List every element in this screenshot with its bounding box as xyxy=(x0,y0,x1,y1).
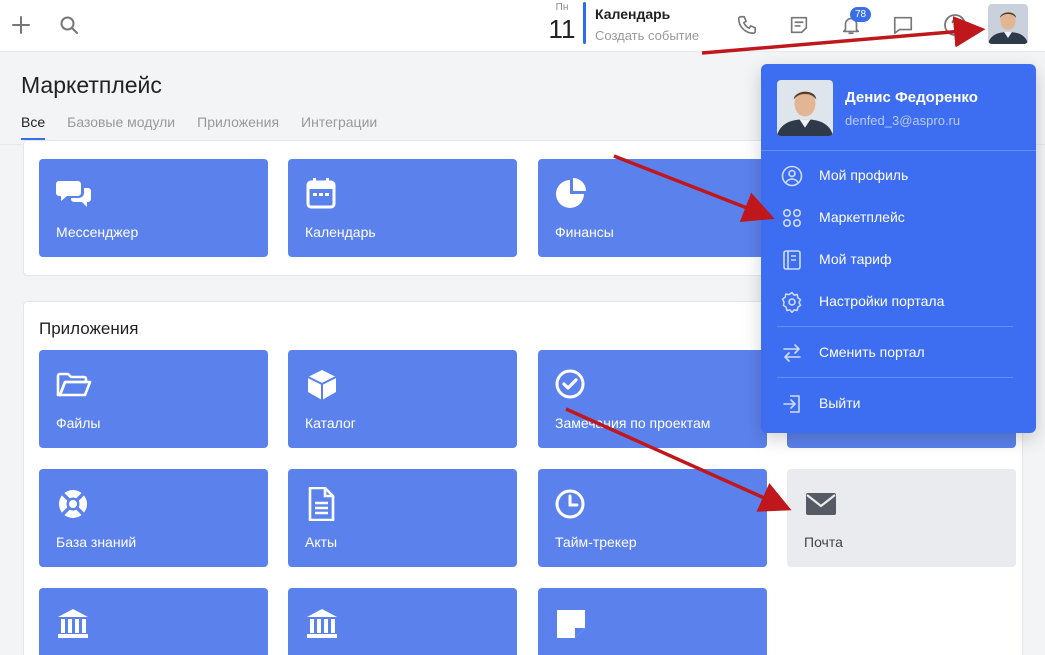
calendar-weekday: Пн xyxy=(555,2,569,13)
page-title: Маркетплейс xyxy=(21,72,162,98)
lifebuoy-icon xyxy=(56,487,92,521)
profile-dropdown: Денис Федоренко denfed_3@aspro.ru Мой пр… xyxy=(761,64,1036,433)
calendar-title[interactable]: Календарь xyxy=(595,6,670,22)
tile-label: Каталог xyxy=(305,415,356,431)
tile-label: Календарь xyxy=(305,224,376,240)
menu-divider xyxy=(777,326,1013,327)
tile-project-remarks[interactable]: Замечания по проектам xyxy=(538,350,767,448)
tile-calendar[interactable]: Календарь xyxy=(288,159,517,257)
create-event-link[interactable]: Создать событие xyxy=(595,28,699,43)
tile-label: Акты xyxy=(305,534,338,550)
tile-bank-1[interactable] xyxy=(39,588,268,655)
tile-label: База знаний xyxy=(56,534,137,550)
calendar-day-number: 11 xyxy=(548,14,576,44)
marketplace-tabs: Все Базовые модули Приложения Интеграции xyxy=(21,114,377,140)
help-icon[interactable] xyxy=(942,12,968,38)
apps-grid-icon xyxy=(781,207,803,229)
menu-item-label: Маркетплейс xyxy=(819,209,905,225)
tile-mail[interactable]: Почта xyxy=(787,469,1016,567)
notifications-badge: 78 xyxy=(850,7,872,22)
check-circle-icon xyxy=(555,368,591,402)
applications-heading: Приложения xyxy=(39,319,139,338)
menu-item-portal-settings[interactable]: Настройки портала xyxy=(761,285,1036,319)
tile-label: Тайм-трекер xyxy=(555,534,637,550)
gear-icon xyxy=(781,291,803,314)
menu-item-label: Мой тариф xyxy=(819,251,892,267)
menu-item-marketplace[interactable]: Маркетплейс xyxy=(761,201,1036,235)
tile-acts[interactable]: Акты xyxy=(288,469,517,567)
tile-messenger[interactable]: Мессенджер xyxy=(39,159,268,257)
document-icon xyxy=(305,486,341,522)
search-icon[interactable] xyxy=(56,12,82,38)
profile-name: Денис Федоренко xyxy=(845,89,978,106)
menu-item-switch-portal[interactable]: Сменить портал xyxy=(761,336,1036,370)
bank-icon xyxy=(56,606,92,640)
chat-icon[interactable] xyxy=(890,12,916,38)
tile-finance[interactable]: Финансы xyxy=(538,159,767,257)
logout-icon xyxy=(781,393,803,415)
menu-item-label: Мой профиль xyxy=(819,167,909,183)
calendar-date[interactable]: Пн 11 xyxy=(545,2,579,44)
tile-label: Почта xyxy=(804,534,843,550)
menu-item-label: Выйти xyxy=(819,395,861,411)
tile-notes[interactable] xyxy=(538,588,767,655)
menu-item-label: Сменить портал xyxy=(819,344,925,360)
tile-label: Замечания по проектам xyxy=(555,415,711,431)
tile-label: Финансы xyxy=(555,224,614,240)
menu-divider xyxy=(761,150,1036,151)
user-avatar[interactable] xyxy=(988,4,1028,44)
folder-icon xyxy=(56,368,92,402)
tab-integrations[interactable]: Интеграции xyxy=(301,114,377,140)
phone-icon[interactable] xyxy=(734,12,760,38)
tab-all[interactable]: Все xyxy=(21,114,46,140)
tile-catalog[interactable]: Каталог xyxy=(288,350,517,448)
tile-time-tracker[interactable]: Тайм-трекер xyxy=(538,469,767,567)
top-bar: Пн 11 Календарь Создать событие 78 xyxy=(0,0,1045,52)
tile-files[interactable]: Файлы xyxy=(39,350,268,448)
calendar-icon xyxy=(305,177,341,211)
menu-divider xyxy=(777,377,1013,378)
mail-icon xyxy=(804,487,840,521)
tile-label: Файлы xyxy=(56,415,101,431)
bank-icon xyxy=(305,606,341,640)
pie-chart-icon xyxy=(555,177,591,211)
user-circle-icon xyxy=(781,165,803,187)
notes-icon[interactable] xyxy=(786,12,812,38)
tariff-icon xyxy=(781,249,803,271)
menu-item-label: Настройки портала xyxy=(819,293,945,309)
chat-bubbles-icon xyxy=(56,177,92,211)
tab-applications[interactable]: Приложения xyxy=(197,114,279,140)
tab-base-modules[interactable]: Базовые модули xyxy=(67,114,175,140)
tile-knowledge-base[interactable]: База знаний xyxy=(39,469,268,567)
plus-icon[interactable] xyxy=(8,12,34,38)
menu-item-logout[interactable]: Выйти xyxy=(761,387,1036,421)
clock-icon xyxy=(555,487,591,521)
profile-email: denfed_3@aspro.ru xyxy=(845,113,961,128)
calendar-divider xyxy=(583,2,586,44)
profile-avatar xyxy=(777,80,833,136)
menu-item-my-profile[interactable]: Мой профиль xyxy=(761,159,1036,193)
sticky-note-icon xyxy=(555,606,591,640)
swap-icon xyxy=(781,342,803,364)
tile-label: Мессенджер xyxy=(56,224,139,240)
box-icon xyxy=(305,368,341,402)
tile-bank-2[interactable] xyxy=(288,588,517,655)
menu-item-my-tariff[interactable]: Мой тариф xyxy=(761,243,1036,277)
